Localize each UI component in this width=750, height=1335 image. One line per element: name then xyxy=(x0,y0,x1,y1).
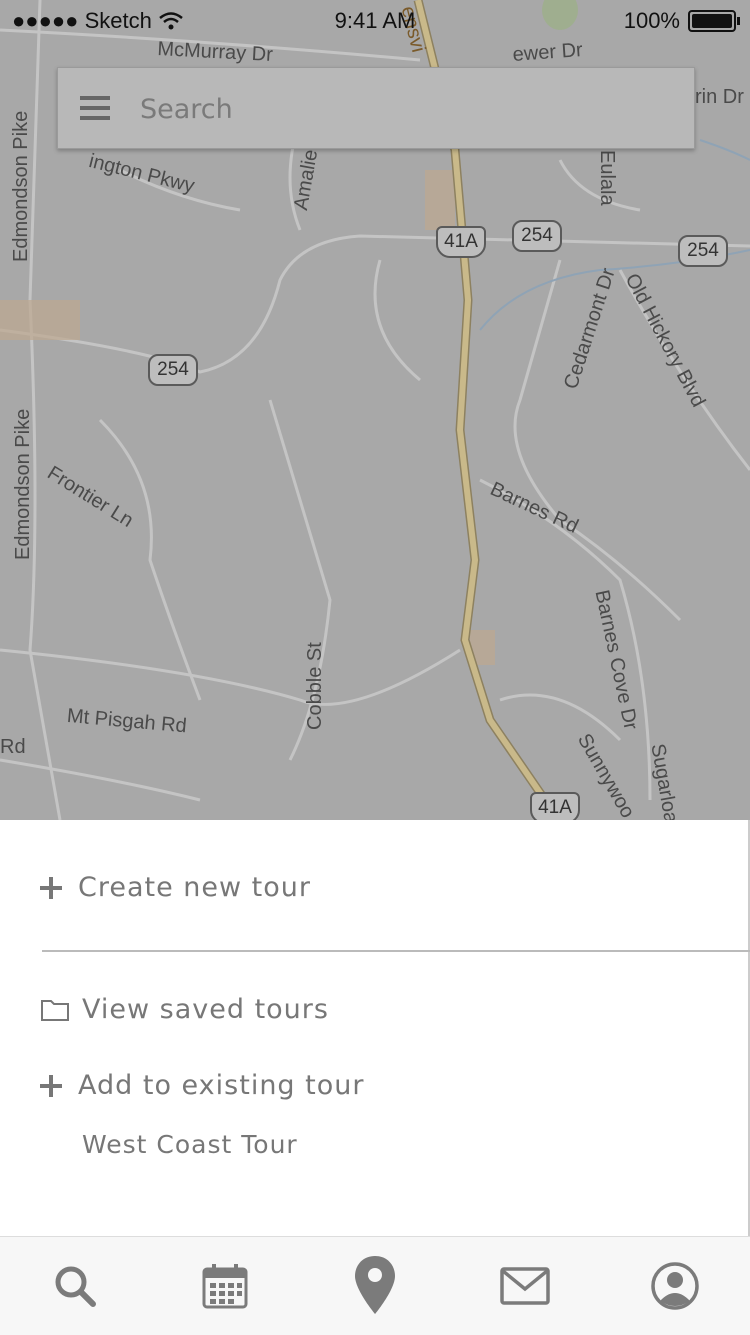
tab-map[interactable] xyxy=(335,1246,415,1326)
plus-icon xyxy=(40,876,62,899)
tab-search[interactable] xyxy=(35,1246,115,1326)
map-label: Cobble St xyxy=(304,642,326,730)
map-label: Eulala xyxy=(596,150,618,206)
battery-icon xyxy=(688,10,740,32)
tour-action-sheet: Create new tour View saved tours Add to … xyxy=(0,820,750,1236)
tab-bar xyxy=(0,1236,750,1335)
existing-tour-item[interactable]: West Coast Tour xyxy=(82,1130,298,1159)
route-shield: 41A xyxy=(530,792,580,820)
battery-percent: 100% xyxy=(623,8,680,33)
search-icon xyxy=(55,1266,96,1307)
view-saved-tours-label: View saved tours xyxy=(82,994,329,1025)
search-bar xyxy=(57,67,695,149)
tab-calendar[interactable] xyxy=(185,1246,265,1326)
map-pin-icon xyxy=(355,1256,395,1314)
map-label: Rd xyxy=(0,736,26,758)
tab-messages[interactable] xyxy=(485,1246,565,1326)
profile-icon xyxy=(651,1262,699,1310)
route-shield: 41A xyxy=(436,226,486,258)
route-shield: 254 xyxy=(148,354,198,386)
map-label: Edmondson Pike xyxy=(10,110,32,262)
create-new-tour-button[interactable]: Create new tour xyxy=(40,872,311,903)
route-shield: 254 xyxy=(678,235,728,267)
map-label: Edmondson Pike xyxy=(12,408,34,560)
add-to-existing-tour-button[interactable]: Add to existing tour xyxy=(40,1070,364,1101)
plus-icon xyxy=(40,1074,62,1097)
create-new-tour-label: Create new tour xyxy=(78,872,312,903)
calendar-icon xyxy=(202,1264,248,1309)
map-label: rin Dr xyxy=(695,86,744,108)
status-right: 100% xyxy=(623,8,740,34)
divider xyxy=(42,950,750,952)
mail-icon xyxy=(500,1267,550,1305)
route-shield: 254 xyxy=(512,220,562,252)
folder-icon xyxy=(41,999,69,1021)
view-saved-tours-button[interactable]: View saved tours xyxy=(40,994,329,1025)
tab-profile[interactable] xyxy=(635,1246,715,1326)
add-to-existing-tour-label: Add to existing tour xyxy=(78,1070,365,1101)
status-bar: ●●●●● Sketch 9:41 AM 100% xyxy=(0,0,750,40)
search-input[interactable] xyxy=(138,86,662,132)
map-label: ewer Dr xyxy=(512,39,584,66)
hamburger-menu-icon[interactable] xyxy=(80,96,110,120)
